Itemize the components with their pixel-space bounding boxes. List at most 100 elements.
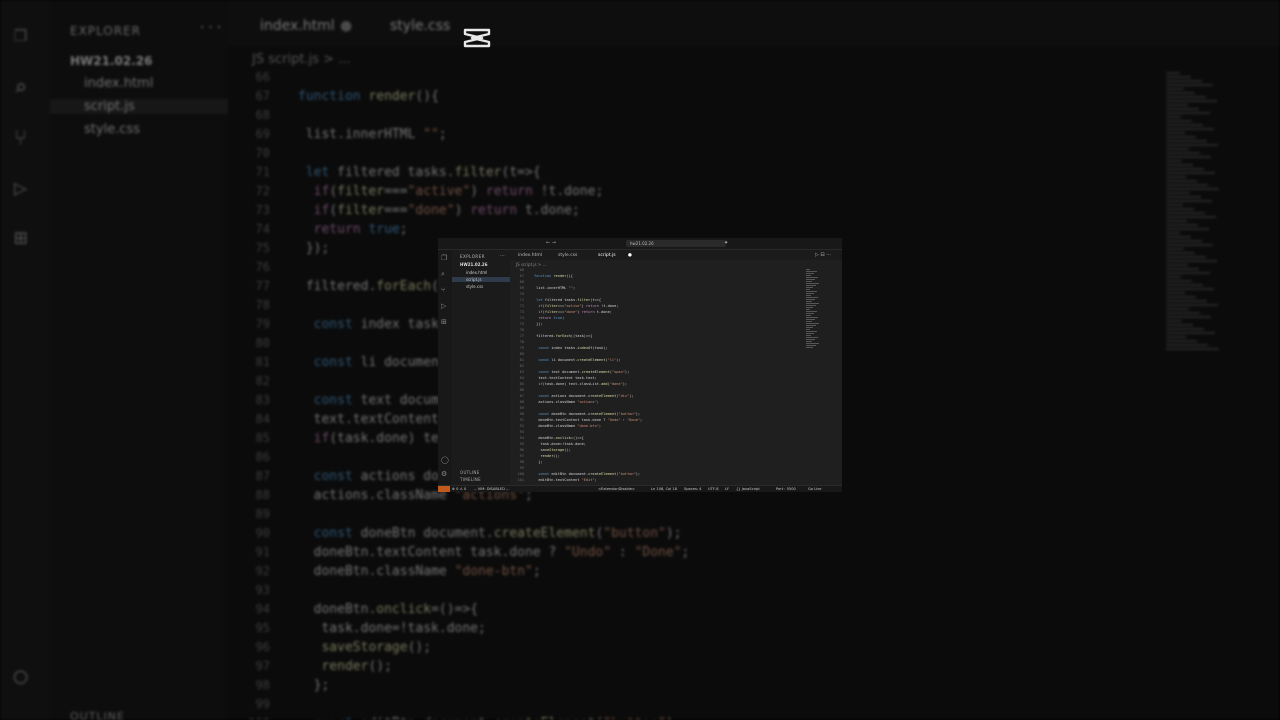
minimap-line (806, 337, 818, 338)
run-icon[interactable]: ▷ ⊟ ··· (815, 252, 831, 258)
bg-line-number: 84 (255, 412, 270, 426)
bg-minimap-line (1166, 264, 1188, 266)
bg-minimap-line (1166, 172, 1215, 174)
bg-minimap-line (1166, 212, 1205, 214)
bg-line-number: 81 (255, 355, 270, 369)
bg-minimap-line (1166, 196, 1201, 198)
bg-line-number: 67 (255, 89, 270, 103)
bg-minimap-line (1166, 296, 1196, 298)
file-style-css[interactable]: style.css (466, 284, 483, 289)
code-editor[interactable]: 66 67 function render(){68 69 list.innerHTM… (510, 268, 804, 485)
problems-count[interactable]: ⊗ 0 ⚠ 0 (452, 487, 466, 491)
line-number: 70 (519, 292, 524, 296)
minimap-line (806, 347, 813, 348)
bg-minimap-line (1166, 160, 1182, 162)
bg-minimap-line (1166, 136, 1196, 138)
language-mode[interactable]: {} JavaScript (736, 487, 760, 491)
indent-spaces[interactable]: Spaces: 4 (684, 487, 701, 491)
line-number: 90 (519, 412, 524, 416)
tab-index-html[interactable]: index.html (518, 253, 542, 258)
bg-minimap-line (1166, 180, 1197, 182)
bg-explorer: EXPLORER ··· HW21.02.26 index.html scrip… (50, 0, 228, 720)
line-number: 100 (517, 472, 525, 476)
line-number: 98 (519, 460, 524, 464)
account-icon[interactable]: ◯ (441, 456, 449, 464)
go-live-button[interactable]: Go Live (808, 487, 821, 491)
explorer-title: EXPLORER (460, 254, 485, 259)
bg-line-number: 98 (255, 678, 270, 692)
files-icon[interactable]: ❐ (441, 254, 447, 262)
encoding[interactable]: UTF-8 (708, 487, 718, 491)
command-search[interactable]: hw21.02.26 (626, 240, 726, 247)
extensions-icon[interactable]: ⊞ (441, 318, 447, 326)
minimap-line (806, 317, 818, 318)
bg-minimap-line (1166, 324, 1193, 326)
bg-minimap-line (1166, 308, 1189, 310)
bg-minimap-line (1166, 152, 1200, 154)
bg-minimap-line (1166, 236, 1191, 238)
bg-minimap-line (1166, 84, 1213, 86)
bg-line-number: 78 (255, 298, 270, 312)
outline-section[interactable]: OUTLINE (460, 470, 480, 475)
port-indicator[interactable]: Port : 5500 (776, 487, 796, 491)
minimap-line (806, 311, 817, 312)
minimap-line (806, 313, 814, 314)
nav-arrows-icon[interactable]: ← → (546, 240, 556, 246)
status-bar: ⊗ 0 ⚠ 0 -- VIM: DISABLED -- <ExtensionDi… (438, 485, 842, 492)
tab-style-css[interactable]: style.css (558, 253, 577, 258)
timeline-section[interactable]: TIMELINE (460, 477, 481, 482)
run-debug-icon: ▷ (14, 176, 28, 201)
breadcrumb[interactable]: JS script.js > ... (516, 262, 546, 267)
minimap-line (806, 333, 814, 334)
bg-minimap-line (1166, 220, 1187, 222)
line-number: 101 (517, 478, 525, 482)
line-number: 84 (519, 376, 524, 380)
minimap-line (806, 305, 816, 306)
settings-gear-icon[interactable]: ⚙ (441, 470, 447, 478)
folder-name: HW21.02.26 (70, 54, 153, 68)
file-index-html[interactable]: index.html (466, 270, 487, 275)
run-debug-icon[interactable]: ▷ (441, 302, 446, 310)
bg-minimap-line (1166, 188, 1219, 190)
remote-indicator-icon[interactable] (438, 486, 450, 492)
bg-minimap-line (1166, 108, 1199, 110)
minimap-line (806, 335, 811, 336)
bg-minimap-line (1166, 304, 1218, 306)
line-number: 71 (519, 298, 524, 302)
account-icon: ◯ (14, 664, 28, 689)
source-control-icon: ⑂ (14, 126, 28, 151)
line-text: let filtered tasks.filter(t=>{ (536, 298, 602, 302)
bg-minimap-line (1166, 300, 1207, 302)
bg-minimap-line (1166, 184, 1208, 186)
extensions-icon: ⊞ (14, 226, 28, 251)
bg-line-text: list.innerHTML ""; (298, 127, 447, 142)
breadcrumb: JS script.js > ... (252, 52, 351, 67)
explorer-panel: EXPLORER ··· HW21.02.26 index.html scrip… (452, 250, 510, 485)
bg-minimap-line (1166, 336, 1186, 338)
line-number: 67 (519, 274, 524, 278)
line-ending[interactable]: LF (725, 487, 729, 491)
minimap-line (806, 315, 811, 316)
bg-minimap-line (1166, 240, 1202, 242)
bg-minimap-line (1166, 128, 1214, 130)
code-line[interactable]: 101 editBtn.textContent "Edit"; (510, 478, 804, 484)
search-icon[interactable]: ⌕ (441, 270, 445, 279)
bg-minimap-line (1166, 316, 1211, 318)
minimap[interactable] (806, 268, 820, 364)
more-icon[interactable]: ··· (500, 253, 505, 259)
line-number: 72 (519, 304, 524, 308)
bg-minimap-line (1166, 332, 1215, 334)
bg-line-number: 82 (255, 374, 270, 388)
source-control-icon[interactable]: ⑂ (441, 286, 445, 294)
bg-minimap-line (1166, 268, 1199, 270)
more-icon: ··· (198, 20, 224, 36)
extension-status[interactable]: <ExtensionDisable> (598, 487, 635, 491)
line-text: doneBtn.textContent task.done ? "Undo" :… (534, 418, 643, 422)
cursor-position[interactable]: Ln 108, Col 18 (651, 487, 677, 491)
minimap-line (806, 273, 814, 274)
file-script-js[interactable]: script.js (452, 277, 510, 282)
folder-name[interactable]: HW21.02.26 (460, 262, 488, 267)
line-number: 99 (519, 466, 524, 470)
copilot-icon[interactable]: ✦ (724, 240, 728, 246)
tab-script-js[interactable]: script.js (598, 253, 616, 258)
